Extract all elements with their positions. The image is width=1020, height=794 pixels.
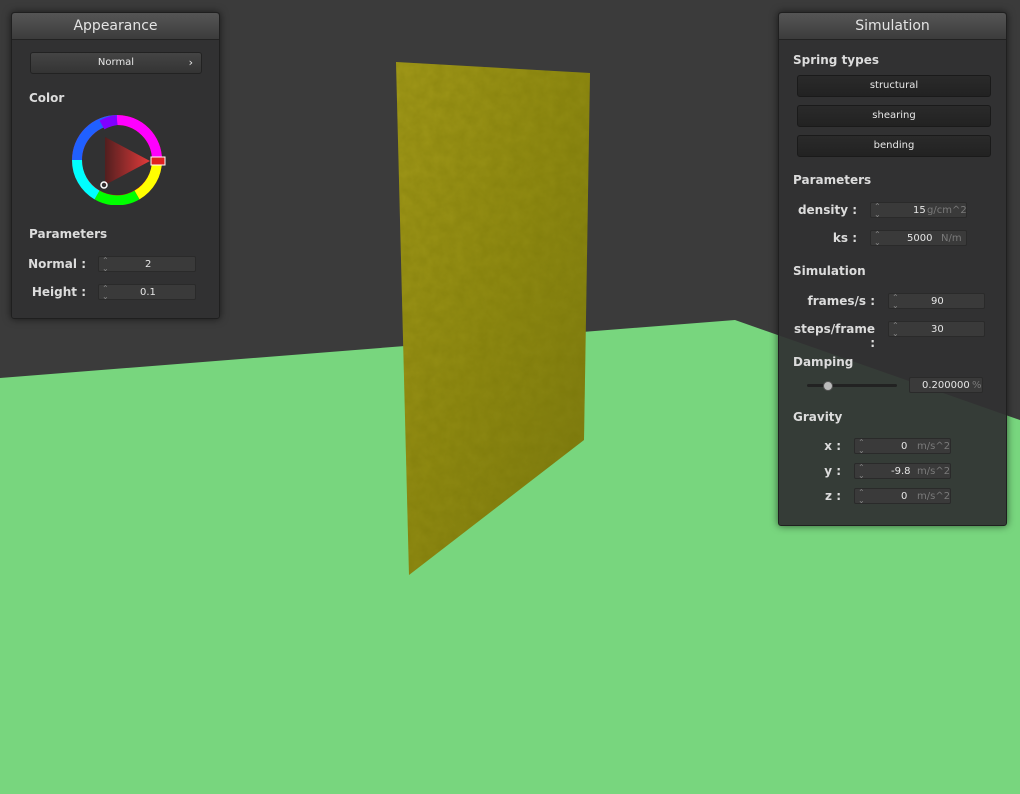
spinner-icon[interactable]: ⌃ ⌄ [858, 464, 865, 480]
density-unit: g/cm^2 [927, 205, 967, 216]
steps-label: steps/frame : [793, 322, 875, 350]
fps-value: 90 [931, 296, 944, 307]
density-label: density : [797, 203, 857, 217]
ks-input[interactable]: ⌃ ⌄ 5000 N/m [870, 230, 967, 247]
gravity-x-unit: m/s^2 [917, 441, 951, 452]
appearance-panel: Appearance Normal › Color Parameters Nor… [11, 12, 220, 319]
color-picker-handle[interactable] [100, 181, 108, 189]
steps-input[interactable]: ⌃ ⌄ 30 [888, 321, 985, 338]
spinner-icon[interactable]: ⌃ ⌄ [858, 489, 865, 505]
gravity-x-label: x : [824, 439, 841, 453]
shading-mode-label: Normal [97, 57, 135, 68]
density-value: 15 [913, 205, 926, 216]
simulation-panel-title[interactable]: Simulation [779, 13, 1006, 40]
density-input[interactable]: ⌃ ⌄ 15 g/cm^2 [870, 202, 967, 219]
sim-parameters-label: Parameters [793, 173, 872, 187]
simulation-section-label: Simulation [793, 264, 866, 278]
spinner-icon[interactable]: ⌃ ⌄ [102, 257, 109, 273]
gravity-z-input[interactable]: ⌃ ⌄ 0 m/s^2 [854, 488, 951, 505]
damping-value: 0.200000 [922, 380, 970, 391]
spinner-icon[interactable]: ⌃ ⌄ [102, 285, 109, 301]
gravity-y-label: y : [824, 464, 841, 478]
gravity-y-input[interactable]: ⌃ ⌄ -9.8 m/s^2 [854, 463, 951, 480]
spinner-icon[interactable]: ⌃ ⌄ [892, 294, 899, 310]
damping-unit: % [972, 380, 982, 391]
bending-button[interactable]: bending [797, 135, 991, 157]
fps-input[interactable]: ⌃ ⌄ 90 [888, 293, 985, 310]
spinner-icon[interactable]: ⌃ ⌄ [874, 231, 881, 247]
ks-value: 5000 [907, 233, 933, 244]
height-input[interactable]: ⌃ ⌄ 0.1 [98, 284, 196, 301]
spinner-icon[interactable]: ⌃ ⌄ [874, 203, 881, 219]
damping-label: Damping [793, 355, 854, 369]
spinner-icon[interactable]: ⌃ ⌄ [858, 439, 865, 455]
gravity-z-unit: m/s^2 [917, 491, 951, 502]
color-wheel[interactable] [70, 115, 170, 205]
steps-value: 30 [931, 324, 944, 335]
damping-slider-handle[interactable] [823, 381, 833, 391]
structural-button[interactable]: structural [797, 75, 991, 97]
gravity-z-label: z : [825, 489, 841, 503]
ks-unit: N/m [941, 233, 962, 244]
hue-handle[interactable] [150, 156, 166, 166]
shearing-button[interactable]: shearing [797, 105, 991, 127]
height-label: Height : [31, 285, 86, 299]
appearance-parameters-label: Parameters [29, 227, 108, 241]
normal-value: 2 [145, 259, 152, 270]
gravity-x-input[interactable]: ⌃ ⌄ 0 m/s^2 [854, 438, 951, 455]
shading-mode-dropdown[interactable]: Normal › [30, 52, 202, 74]
ks-label: ks : [832, 231, 857, 245]
height-value: 0.1 [140, 287, 156, 298]
appearance-panel-title[interactable]: Appearance [12, 13, 219, 40]
gravity-y-value: -9.8 [891, 466, 911, 477]
normal-label: Normal : [28, 257, 86, 271]
damping-slider[interactable] [807, 380, 897, 391]
chevron-right-icon: › [188, 56, 193, 69]
spinner-icon[interactable]: ⌃ ⌄ [892, 322, 899, 338]
gravity-label: Gravity [793, 410, 843, 424]
gravity-y-unit: m/s^2 [917, 466, 951, 477]
gravity-x-value: 0 [901, 441, 908, 452]
damping-input[interactable]: 0.200000 % [909, 377, 983, 393]
fps-label: frames/s : [807, 294, 875, 308]
damping-slider-track [807, 384, 897, 387]
simulation-panel: Simulation Spring types structural shear… [778, 12, 1007, 526]
color-section-label: Color [29, 91, 65, 105]
normal-input[interactable]: ⌃ ⌄ 2 [98, 256, 196, 273]
spring-types-label: Spring types [793, 53, 880, 67]
gravity-z-value: 0 [901, 491, 908, 502]
